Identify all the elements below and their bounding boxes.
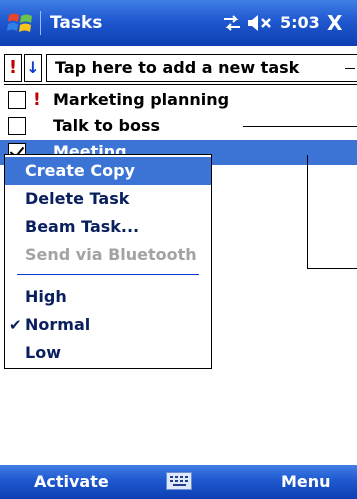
list-line-vertical bbox=[307, 155, 308, 268]
task-label: Marketing planning bbox=[53, 90, 230, 109]
clock[interactable]: 5:03 bbox=[280, 11, 320, 35]
input-decoration bbox=[345, 68, 355, 69]
new-task-bar: ! ↓ Tap here to add a new task bbox=[4, 54, 357, 85]
menu-item-priority-normal[interactable]: ✔ Normal bbox=[5, 311, 211, 339]
task-line bbox=[243, 126, 357, 127]
menu-item-beam-task[interactable]: Beam Task... bbox=[5, 213, 211, 241]
title-bar: Tasks 5:03 X bbox=[0, 0, 357, 46]
keyboard-icon[interactable] bbox=[166, 472, 192, 490]
windows-start-icon[interactable] bbox=[6, 9, 34, 37]
checkmark-icon: ✔ bbox=[9, 316, 22, 334]
task-checkbox[interactable] bbox=[8, 117, 26, 135]
menu-separator bbox=[17, 274, 199, 275]
volume-muted-icon[interactable] bbox=[246, 13, 276, 33]
new-task-placeholder: Tap here to add a new task bbox=[55, 58, 300, 77]
menu-item-priority-high[interactable]: High bbox=[5, 283, 211, 311]
new-task-input[interactable]: Tap here to add a new task bbox=[46, 54, 357, 82]
task-label: Talk to boss bbox=[53, 116, 161, 135]
soft-key-bar: Activate Menu bbox=[0, 465, 357, 499]
menu-softkey[interactable]: Menu bbox=[281, 470, 331, 494]
connectivity-icon[interactable] bbox=[221, 13, 243, 33]
task-row-marketing-planning[interactable]: ! Marketing planning bbox=[0, 88, 357, 113]
activate-softkey[interactable]: Activate bbox=[34, 470, 109, 494]
app-title: Tasks bbox=[50, 13, 103, 33]
priority-sort-button[interactable]: ! bbox=[4, 54, 22, 82]
menu-item-send-via-bluetooth: Send via Bluetooth bbox=[25, 245, 197, 264]
sort-order-button[interactable]: ↓ bbox=[24, 54, 42, 82]
task-checkbox[interactable] bbox=[8, 91, 26, 109]
title-separator bbox=[40, 11, 41, 35]
menu-item-priority-low[interactable]: Low bbox=[5, 339, 211, 367]
task-row-talk-to-boss[interactable]: Talk to boss bbox=[0, 114, 357, 139]
context-menu: Create Copy Delete Task Beam Task... Sen… bbox=[4, 154, 212, 369]
list-line-horizontal bbox=[307, 268, 357, 269]
high-priority-icon: ! bbox=[33, 90, 41, 110]
menu-item-create-copy[interactable]: Create Copy bbox=[5, 157, 211, 185]
close-button[interactable]: X bbox=[327, 11, 342, 35]
menu-item-delete-task[interactable]: Delete Task bbox=[5, 185, 211, 213]
menu-item-label: Normal bbox=[25, 315, 91, 334]
